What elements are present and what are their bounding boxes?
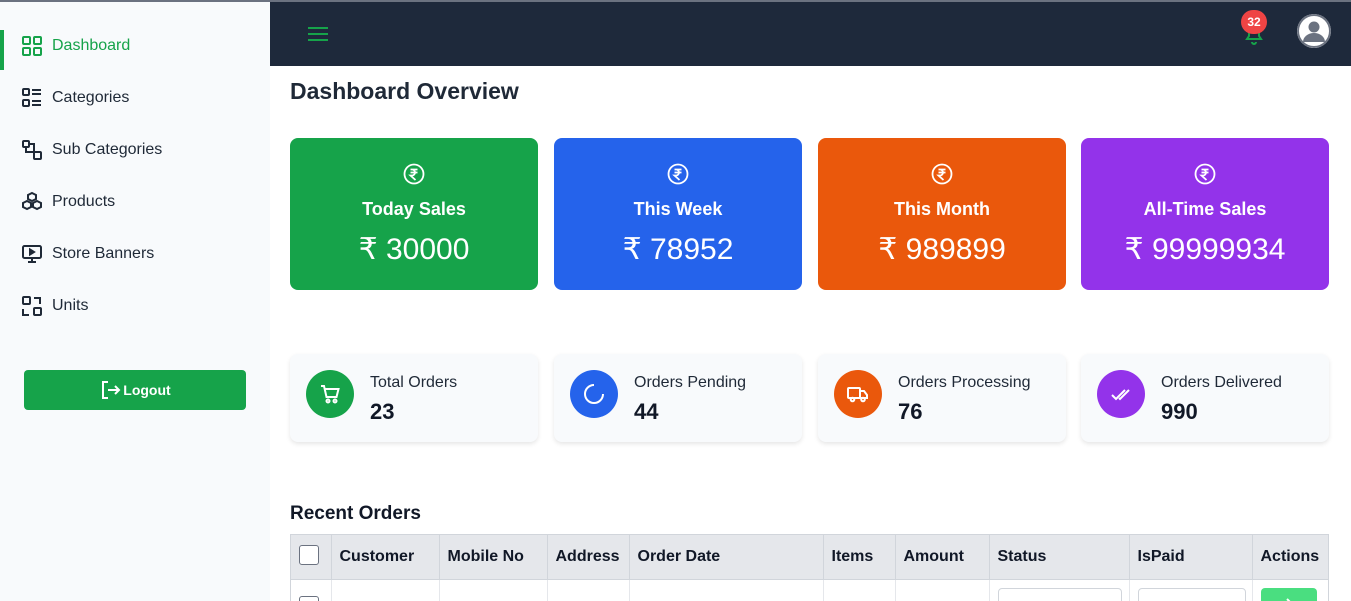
order-date-cell (629, 579, 824, 601)
total-orders-card: Total Orders 23 (290, 354, 538, 442)
stat-value: 990 (1161, 399, 1198, 424)
column-header-actions[interactable]: Actions (1252, 535, 1328, 580)
actions-cell (1252, 579, 1328, 601)
sales-card-label: All-Time Sales (1143, 199, 1267, 219)
sidebar-item-label: Dashboard (52, 37, 131, 54)
ispaid-select[interactable] (1137, 587, 1246, 601)
cart-icon (306, 370, 354, 418)
column-header-mobile[interactable]: Mobile No (439, 535, 548, 580)
sidebar-item-units[interactable]: Units (0, 286, 270, 326)
sidebar-item-label: Products (52, 193, 116, 210)
mobile-cell (439, 579, 548, 601)
orders-pending-card: Orders Pending 44 (554, 354, 802, 442)
amount-cell (895, 579, 990, 601)
stat-label: Orders Processing (898, 374, 1031, 391)
orders-delivered-card: Orders Delivered 990 (1081, 354, 1329, 442)
rupee-coin-icon (931, 163, 953, 185)
user-icon (1297, 14, 1331, 48)
rupee-coin-icon (667, 163, 689, 185)
sidebar-item-products[interactable]: Products (0, 182, 270, 222)
all-time-sales-card: All-Time Sales ₹ 99999934 (1081, 138, 1329, 290)
sidebar-item-label: Categories (52, 89, 130, 106)
recent-orders-table: Customer Mobile No Address Order Date It… (290, 534, 1329, 601)
stat-label: Orders Pending (634, 374, 747, 391)
list-icon (20, 86, 44, 110)
sales-card-value: ₹ 989899 (878, 233, 1006, 266)
recent-orders-title: Recent Orders (290, 503, 421, 524)
table-row (291, 579, 1328, 601)
customer-cell (331, 579, 440, 601)
chevron-right-icon (1285, 597, 1291, 601)
sales-card-label: This Month (894, 199, 990, 219)
units-icon (20, 294, 44, 318)
address-cell (547, 579, 630, 601)
column-header-customer[interactable]: Customer (331, 535, 440, 580)
truck-icon (834, 370, 882, 418)
items-cell (823, 579, 896, 601)
column-header-address[interactable]: Address (547, 535, 630, 580)
today-sales-card: Today Sales ₹ 30000 (290, 138, 538, 290)
sales-card-value: ₹ 99999934 (1124, 233, 1286, 266)
page-title: Dashboard Overview (290, 78, 519, 104)
logout-icon (102, 381, 121, 399)
this-week-card: This Week ₹ 78952 (554, 138, 802, 290)
logout-label: Logout (123, 382, 171, 398)
stat-value: 44 (634, 399, 659, 424)
select-all-cell (291, 535, 332, 580)
sidebar-item-dashboard[interactable]: Dashboard (0, 26, 270, 70)
sidebar-item-label: Store Banners (52, 245, 155, 262)
row-checkbox[interactable] (299, 595, 319, 601)
spinner-icon (570, 370, 618, 418)
rupee-coin-icon (1194, 163, 1216, 185)
stat-value: 76 (898, 399, 923, 424)
view-order-button[interactable] (1260, 587, 1317, 601)
row-select-cell (291, 579, 332, 601)
column-header-status[interactable]: Status (989, 535, 1130, 580)
sales-card-value: ₹ 30000 (358, 233, 470, 266)
select-all-checkbox[interactable] (299, 545, 319, 566)
user-avatar[interactable] (1297, 14, 1331, 48)
sidebar-item-label: Units (52, 297, 89, 314)
shapes-icon (20, 138, 44, 162)
status-cell (989, 579, 1130, 601)
status-select[interactable] (997, 587, 1122, 601)
rupee-coin-icon (403, 163, 425, 185)
grid-icon (20, 34, 44, 58)
hamburger-menu-icon[interactable] (306, 24, 330, 44)
sales-card-label: Today Sales (362, 199, 466, 219)
sidebar-item-sub-categories[interactable]: Sub Categories (0, 130, 270, 170)
column-header-order-date[interactable]: Order Date (629, 535, 824, 580)
ispaid-cell (1129, 579, 1253, 601)
sales-card-label: This Week (633, 199, 723, 219)
sidebar-item-categories[interactable]: Categories (0, 78, 270, 118)
stat-value: 23 (370, 399, 395, 424)
notification-badge: 32 (1241, 10, 1267, 34)
sidebar-item-label: Sub Categories (52, 141, 163, 158)
sidebar-item-store-banners[interactable]: Store Banners (0, 234, 270, 274)
column-header-amount[interactable]: Amount (895, 535, 990, 580)
sidebar: Dashboard Categories Sub Categories Prod… (0, 2, 270, 601)
top-header (270, 2, 1351, 66)
logout-button[interactable]: Logout (24, 370, 246, 410)
sales-card-value: ₹ 78952 (622, 233, 734, 266)
stat-label: Orders Delivered (1161, 374, 1282, 391)
table-header-row: Customer Mobile No Address Order Date It… (291, 535, 1328, 580)
column-header-ispaid[interactable]: IsPaid (1129, 535, 1253, 580)
orders-processing-card: Orders Processing 76 (818, 354, 1066, 442)
boxes-icon (20, 190, 44, 214)
this-month-card: This Month ₹ 989899 (818, 138, 1066, 290)
stat-label: Total Orders (370, 374, 458, 391)
monitor-play-icon (20, 242, 44, 266)
double-check-icon (1097, 370, 1145, 418)
column-header-items[interactable]: Items (823, 535, 896, 580)
